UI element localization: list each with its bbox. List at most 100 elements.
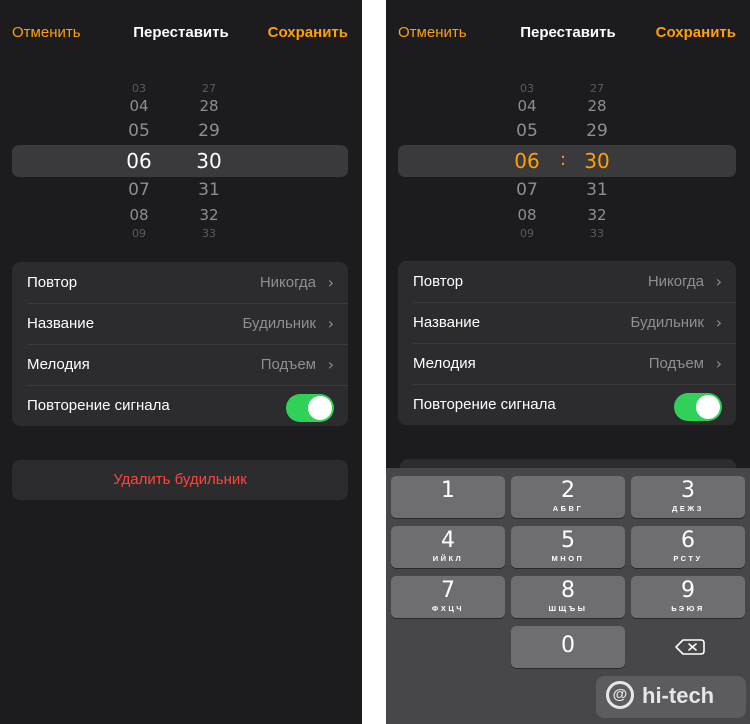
hour-option[interactable]: 09 [507, 227, 547, 240]
key-digit: 0 [561, 633, 575, 658]
repeat-value: Никогда [259, 274, 316, 291]
key-digit: 4 [441, 528, 455, 553]
key-letters: МНОП [551, 554, 585, 563]
key-6[interactable]: 6 РСТУ [631, 526, 745, 568]
minute-option[interactable]: 32 [189, 206, 229, 224]
minute-option[interactable]: 31 [189, 180, 229, 200]
key-4[interactable]: 4 ИЙКЛ [391, 526, 505, 568]
cancel-button[interactable]: Отменить [398, 24, 467, 41]
sound-row[interactable]: Мелодия Подъем › [398, 343, 736, 384]
minute-option[interactable]: 27 [577, 82, 617, 95]
minute-option[interactable]: 29 [577, 121, 617, 141]
key-letters: ДЕЖЗ [672, 504, 704, 513]
sound-value: Подъем [260, 356, 316, 373]
hour-selected[interactable]: 06 [119, 149, 159, 173]
hour-option[interactable]: 08 [119, 206, 159, 224]
hour-option[interactable]: 08 [507, 206, 547, 224]
sound-row[interactable]: Мелодия Подъем › [12, 344, 348, 385]
hi-tech-watermark: @ hi-tech [596, 676, 746, 718]
key-0[interactable]: 0 [511, 626, 625, 668]
repeat-label: Повтор [413, 273, 464, 290]
minute-option[interactable]: 27 [189, 82, 229, 95]
hour-option[interactable]: 04 [119, 97, 159, 115]
save-button[interactable]: Сохранить [656, 24, 736, 41]
minute-option[interactable]: 33 [189, 227, 229, 240]
snooze-row: Повторение сигнала [398, 384, 736, 425]
minute-selected[interactable]: 30 [577, 149, 617, 173]
watermark-text: hi-tech [642, 683, 715, 708]
chevron-right-icon: › [715, 272, 722, 291]
snooze-label: Повторение сигнала [27, 397, 170, 414]
nav-header: Отменить Переставить Сохранить [0, 20, 362, 48]
name-label: Название [413, 314, 481, 331]
repeat-row[interactable]: Повтор Никогда › [12, 262, 348, 303]
key-5[interactable]: 5 МНОП [511, 526, 625, 568]
at-symbol-logo: @ [606, 681, 634, 709]
minute-option[interactable]: 28 [577, 97, 617, 115]
hour-option[interactable]: 03 [507, 82, 547, 95]
hour-option[interactable]: 05 [507, 121, 547, 141]
alarm-settings-list: Повтор Никогда › Название Будильник › Ме… [398, 261, 736, 425]
minute-option[interactable]: 32 [577, 206, 617, 224]
key-digit: 2 [561, 478, 575, 503]
right-screen: Отменить Переставить Сохранить 03 04 05 … [386, 0, 750, 724]
minute-option[interactable]: 28 [189, 97, 229, 115]
snooze-toggle[interactable] [286, 394, 334, 422]
alarm-settings-list: Повтор Никогда › Название Будильник › Ме… [12, 262, 348, 426]
key-2[interactable]: 2 АБВГ [511, 476, 625, 518]
key-letters: ФХЦЧ [431, 604, 465, 613]
toggle-knob [696, 395, 720, 419]
minute-option[interactable]: 33 [577, 227, 617, 240]
hour-option[interactable]: 03 [119, 82, 159, 95]
sound-label: Мелодия [413, 355, 476, 372]
time-separator: : [559, 149, 567, 170]
repeat-value: Никогда [647, 273, 704, 290]
minute-option[interactable]: 31 [577, 180, 617, 200]
hour-option[interactable]: 07 [119, 180, 159, 200]
key-letters: ШЩЪЫ [548, 604, 588, 613]
key-9[interactable]: 9 ЬЭЮЯ [631, 576, 745, 618]
label-row[interactable]: Название Будильник › [398, 302, 736, 343]
repeat-label: Повтор [27, 274, 78, 291]
key-digit: 1 [441, 478, 455, 503]
minute-selected[interactable]: 30 [189, 149, 229, 173]
time-picker[interactable]: 03 04 05 06 07 08 09 27 28 29 30 31 32 3… [0, 76, 362, 246]
minute-option[interactable]: 29 [189, 121, 229, 141]
chevron-right-icon: › [715, 313, 722, 332]
name-label: Название [27, 315, 95, 332]
key-digit: 8 [561, 578, 575, 603]
delete-left-icon [675, 639, 705, 655]
label-row[interactable]: Название Будильник › [12, 303, 348, 344]
save-button[interactable]: Сохранить [268, 24, 348, 41]
hour-option[interactable]: 05 [119, 121, 159, 141]
key-letters: ИЙКЛ [432, 554, 464, 563]
snooze-row: Повторение сигнала [12, 385, 348, 426]
toggle-knob [308, 396, 332, 420]
left-screen: Отменить Переставить Сохранить 03 04 05 … [0, 0, 362, 724]
key-letters: ЬЭЮЯ [671, 604, 705, 613]
key-1[interactable]: 1 [391, 476, 505, 518]
name-value: Будильник [242, 315, 316, 332]
chevron-right-icon: › [327, 314, 334, 333]
key-digit: 9 [681, 578, 695, 603]
chevron-right-icon: › [327, 355, 334, 374]
sound-value: Подъем [648, 355, 704, 372]
hour-option[interactable]: 07 [507, 180, 547, 200]
cancel-button[interactable]: Отменить [12, 24, 81, 41]
key-letters: АБВГ [552, 504, 584, 513]
key-7[interactable]: 7 ФХЦЧ [391, 576, 505, 618]
key-letters: РСТУ [673, 554, 703, 563]
key-3[interactable]: 3 ДЕЖЗ [631, 476, 745, 518]
hour-selected[interactable]: 06 [507, 149, 547, 173]
key-8[interactable]: 8 ШЩЪЫ [511, 576, 625, 618]
sound-label: Мелодия [27, 356, 90, 373]
key-digit: 6 [681, 528, 695, 553]
key-digit: 3 [681, 478, 695, 503]
backspace-key[interactable] [631, 626, 745, 668]
repeat-row[interactable]: Повтор Никогда › [398, 261, 736, 302]
time-picker[interactable]: 03 04 05 06 07 08 09 : 27 28 29 30 31 32… [386, 76, 750, 246]
hour-option[interactable]: 09 [119, 227, 159, 240]
hour-option[interactable]: 04 [507, 97, 547, 115]
snooze-toggle[interactable] [674, 393, 722, 421]
delete-alarm-button[interactable]: Удалить будильник [12, 460, 348, 500]
